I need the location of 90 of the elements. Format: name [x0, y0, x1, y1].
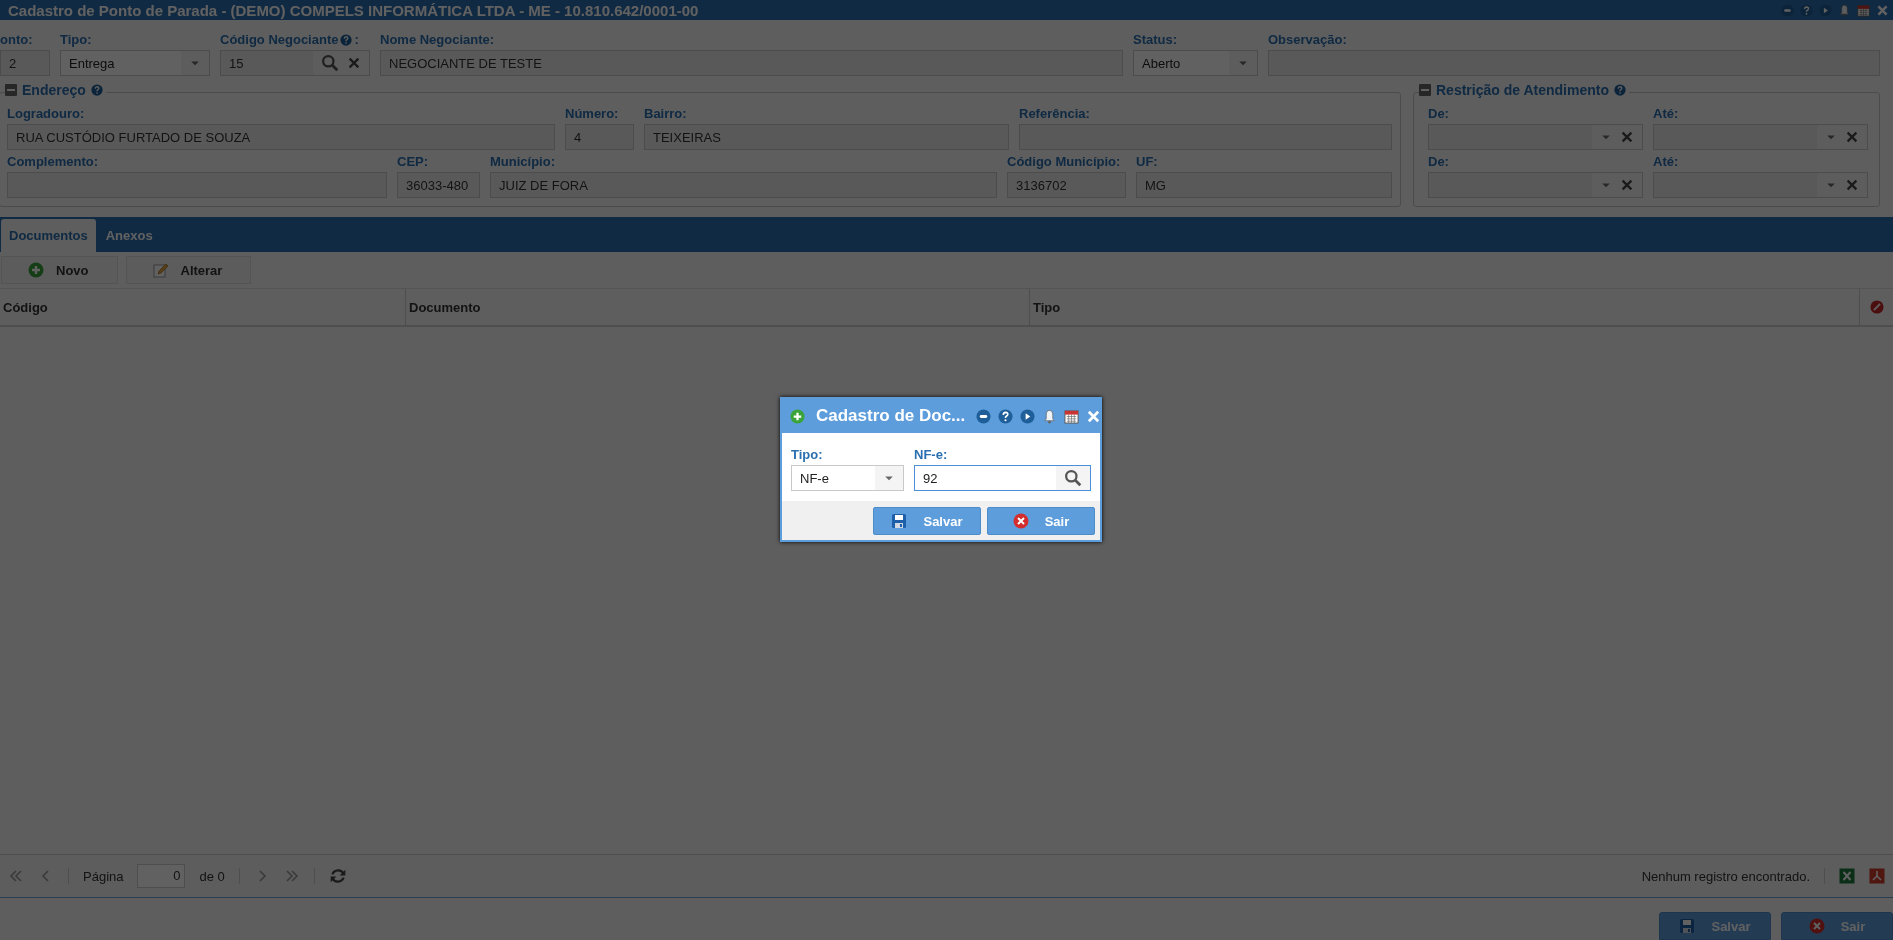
field-label: Número: [565, 106, 619, 121]
minimize-icon[interactable] [976, 408, 992, 424]
save-icon [1679, 918, 1696, 934]
help-icon[interactable] [998, 408, 1014, 424]
close-icon[interactable] [1086, 408, 1102, 424]
section-title: Restrição de Atendimento [1436, 82, 1609, 98]
save-icon [891, 513, 908, 529]
dialog-button[interactable]: Sair [987, 507, 1095, 535]
clear-icon[interactable] [1845, 130, 1859, 144]
add-icon [790, 408, 805, 424]
clear-icon[interactable] [347, 56, 361, 70]
dialog-title: Cadastro de Doc... [816, 406, 966, 426]
field-label: Nome Negociante: [380, 32, 495, 47]
field-label: onto: [0, 32, 33, 47]
column-header[interactable]: Tipo [1030, 289, 1860, 325]
input-field[interactable]: RUA CUSTÓDIO FURTADO DE SOUZA [7, 124, 555, 150]
help-icon[interactable] [1800, 3, 1813, 17]
calendar-icon[interactable] [1857, 3, 1870, 17]
input-field[interactable]: 36033-480 [397, 172, 480, 198]
field-label: Tipo: [791, 447, 823, 462]
field-label: Logradouro: [7, 106, 85, 121]
field-label: Referência: [1019, 106, 1090, 121]
input-field[interactable]: 92 [914, 465, 1091, 491]
page-label: Página [83, 868, 124, 884]
field-label: De: [1428, 106, 1449, 121]
field-label: Status: [1133, 32, 1178, 47]
column-header[interactable]: Documento [406, 289, 1030, 325]
tab[interactable]: Anexos [97, 219, 161, 252]
field-label: : [354, 32, 359, 47]
close-icon[interactable] [1876, 3, 1889, 17]
collapse-icon[interactable] [1419, 84, 1431, 96]
input-field[interactable]: 2 [0, 50, 50, 76]
field-label: De: [1428, 154, 1449, 169]
clear-icon[interactable] [1620, 178, 1634, 192]
toolbar-button[interactable]: Novo [1, 256, 118, 284]
blocked-icon[interactable] [1869, 300, 1884, 314]
dropdown[interactable]: NF-e [791, 465, 904, 491]
field-label: Complemento: [7, 154, 98, 169]
minimize-icon[interactable] [1781, 3, 1794, 17]
dropdown[interactable] [1428, 124, 1643, 150]
play-icon[interactable] [1020, 408, 1036, 424]
field-label: NF-e: [914, 447, 948, 462]
field-label: Município: [490, 154, 555, 169]
section-title: Endereço [22, 82, 86, 98]
field-label: Até: [1653, 154, 1679, 169]
input-field[interactable]: MG [1136, 172, 1392, 198]
pdf-icon[interactable] [1869, 868, 1885, 884]
dropdown[interactable] [1653, 124, 1868, 150]
dropdown[interactable]: Aberto [1133, 50, 1258, 76]
input-field[interactable]: NEGOCIANTE DE TESTE [380, 50, 1123, 76]
field-label: Bairro: [644, 106, 687, 121]
toolbar-button[interactable]: Alterar [125, 256, 252, 284]
tab[interactable]: Documentos [1, 219, 96, 252]
page-input[interactable]: 0 [137, 864, 186, 888]
dropdown[interactable]: Entrega [60, 50, 210, 76]
play-icon[interactable] [1819, 3, 1832, 17]
field-label: CEP: [397, 154, 429, 169]
input-field[interactable]: 3136702 [1007, 172, 1126, 198]
dropdown[interactable] [1428, 172, 1643, 198]
column-header[interactable]: Código [0, 289, 406, 325]
bell-icon[interactable] [1838, 3, 1851, 17]
input-field[interactable]: 4 [565, 124, 634, 150]
clear-icon[interactable] [1845, 178, 1859, 192]
pencil-icon [152, 262, 169, 278]
field-label: Código Negociante [220, 32, 339, 47]
input-field[interactable]: TEIXEIRAS [644, 124, 1009, 150]
collapse-icon[interactable] [5, 84, 17, 96]
status-text: Nenhum registro encontrado. [1641, 868, 1810, 884]
input-field[interactable]: 15 [220, 50, 370, 76]
last-page-icon[interactable] [283, 868, 300, 884]
field-label: Tipo: [60, 32, 92, 47]
field-label: Até: [1653, 106, 1679, 121]
field-label: UF: [1136, 154, 1158, 169]
page-count: de 0 [199, 868, 225, 884]
close-circle-icon [1808, 918, 1825, 934]
close-circle-icon [1012, 513, 1029, 529]
plus-icon [28, 262, 44, 278]
excel-icon[interactable] [1839, 868, 1855, 884]
field-label: Código Município: [1007, 154, 1121, 169]
search-icon[interactable] [1064, 469, 1082, 487]
dialog-button[interactable]: Salvar [873, 507, 981, 535]
input-field[interactable]: JUIZ DE FORA [490, 172, 997, 198]
calendar-icon[interactable] [1064, 408, 1080, 424]
field-label: Observação: [1268, 32, 1347, 47]
first-page-icon[interactable] [8, 868, 24, 884]
bell-icon[interactable] [1042, 408, 1058, 424]
window-title: Cadastro de Ponto de Parada - (DEMO) COMPELS INFORMÁTICA LTDA - ME - 10.810.642/0001-00 [8, 1, 700, 19]
refresh-icon[interactable] [328, 867, 347, 885]
dropdown[interactable] [1653, 172, 1868, 198]
clear-icon[interactable] [1620, 130, 1634, 144]
